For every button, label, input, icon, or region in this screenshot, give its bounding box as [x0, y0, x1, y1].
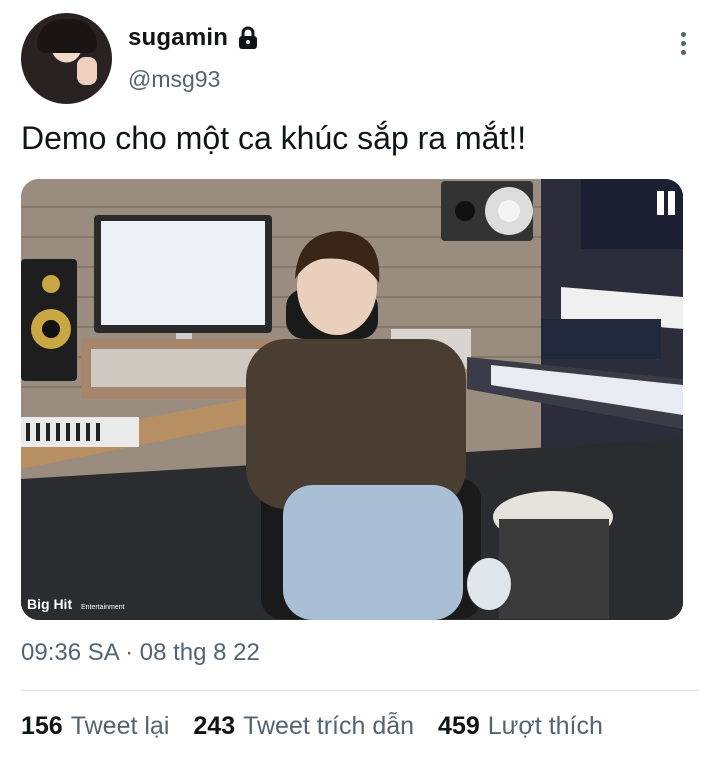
lock-icon [236, 26, 260, 50]
avatar-hand [77, 57, 97, 85]
retweets-count: 156 [21, 712, 63, 740]
display-name[interactable]: sugamin [128, 24, 228, 52]
quote-tweets-label: Tweet trích dẫn [243, 712, 415, 740]
retweets-label: Tweet lại [70, 712, 170, 740]
more-options-button[interactable] [668, 28, 698, 58]
likes-label: Lượt thích [487, 712, 603, 740]
tweet-text: Demo cho một ca khúc sắp ra mắt!! [21, 120, 527, 156]
more-dot-icon [680, 40, 686, 46]
more-dot-icon [680, 49, 686, 55]
avatar[interactable] [21, 13, 112, 104]
handle[interactable]: @msg93 [128, 66, 220, 93]
likes-stat[interactable]: 459 Lượt thích [438, 712, 603, 741]
tweet-photo[interactable]: Big Hit Entertainment [21, 179, 683, 620]
watermark-sub: Entertainment [81, 604, 125, 611]
more-dot-icon [680, 31, 686, 37]
watermark-brand: Big Hit [27, 596, 72, 612]
likes-count: 459 [438, 712, 480, 740]
avatar-hair [37, 19, 97, 53]
quote-tweets-count: 243 [193, 712, 236, 740]
quote-tweets-stat[interactable]: 243 Tweet trích dẫn [193, 712, 414, 741]
display-name-row[interactable]: sugamin [128, 24, 260, 52]
studio-photo-illustration: Big Hit Entertainment [21, 179, 683, 620]
tweet-stats: 156 Tweet lại 243 Tweet trích dẫn 459 Lư… [21, 712, 603, 741]
divider [21, 690, 699, 691]
tweet-timestamp[interactable]: 09:36 SA · 08 thg 8 22 [21, 639, 260, 667]
retweets-stat[interactable]: 156 Tweet lại [21, 712, 169, 741]
